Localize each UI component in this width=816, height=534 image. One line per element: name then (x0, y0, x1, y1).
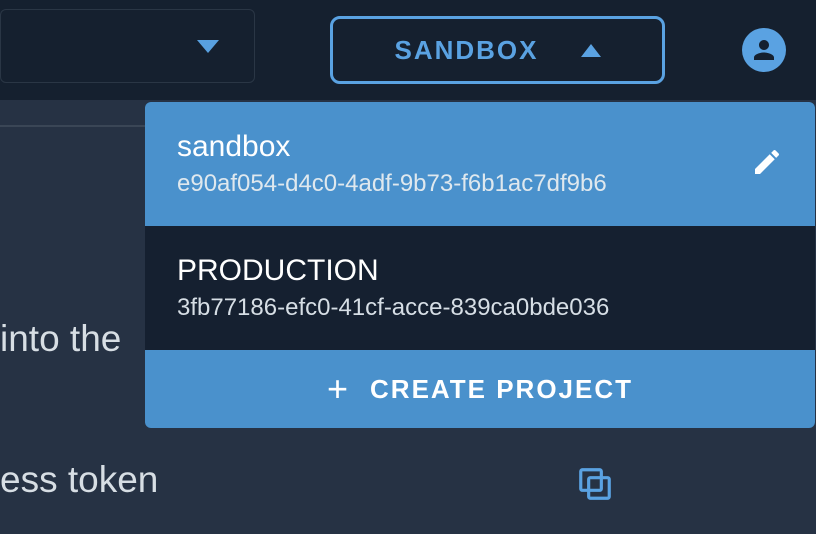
project-item-sandbox[interactable]: sandbox e90af054-d4c0-4adf-9b73-f6b1ac7d… (145, 102, 815, 226)
environment-selector[interactable]: SANDBOX (330, 16, 665, 84)
project-dropdown-panel: sandbox e90af054-d4c0-4adf-9b73-f6b1ac7d… (145, 102, 815, 428)
project-item-production[interactable]: PRODUCTION 3fb77186-efc0-41cf-acce-839ca… (145, 226, 815, 350)
project-name: sandbox (177, 130, 607, 164)
project-text-group: sandbox e90af054-d4c0-4adf-9b73-f6b1ac7d… (177, 130, 607, 198)
project-name: PRODUCTION (177, 254, 609, 288)
background-text: ess token (0, 459, 158, 501)
create-project-label: CREATE PROJECT (370, 374, 633, 405)
topbar: SANDBOX (0, 0, 816, 100)
create-project-button[interactable]: + CREATE PROJECT (145, 350, 815, 428)
person-icon (749, 35, 779, 65)
copy-icon[interactable] (576, 465, 614, 508)
background-text: into the (0, 318, 121, 360)
project-uuid: 3fb77186-efc0-41cf-acce-839ca0bde036 (177, 294, 609, 322)
project-text-group: PRODUCTION 3fb77186-efc0-41cf-acce-839ca… (177, 254, 609, 322)
pencil-icon (751, 146, 783, 178)
environment-label: SANDBOX (394, 35, 538, 66)
plus-icon: + (327, 371, 350, 407)
chevron-up-icon (581, 44, 601, 57)
divider (0, 125, 145, 127)
left-dropdown[interactable] (0, 9, 255, 83)
edit-button[interactable] (751, 146, 783, 183)
project-uuid: e90af054-d4c0-4adf-9b73-f6b1ac7df9b6 (177, 170, 607, 198)
chevron-down-icon (197, 40, 219, 53)
avatar[interactable] (742, 28, 786, 72)
